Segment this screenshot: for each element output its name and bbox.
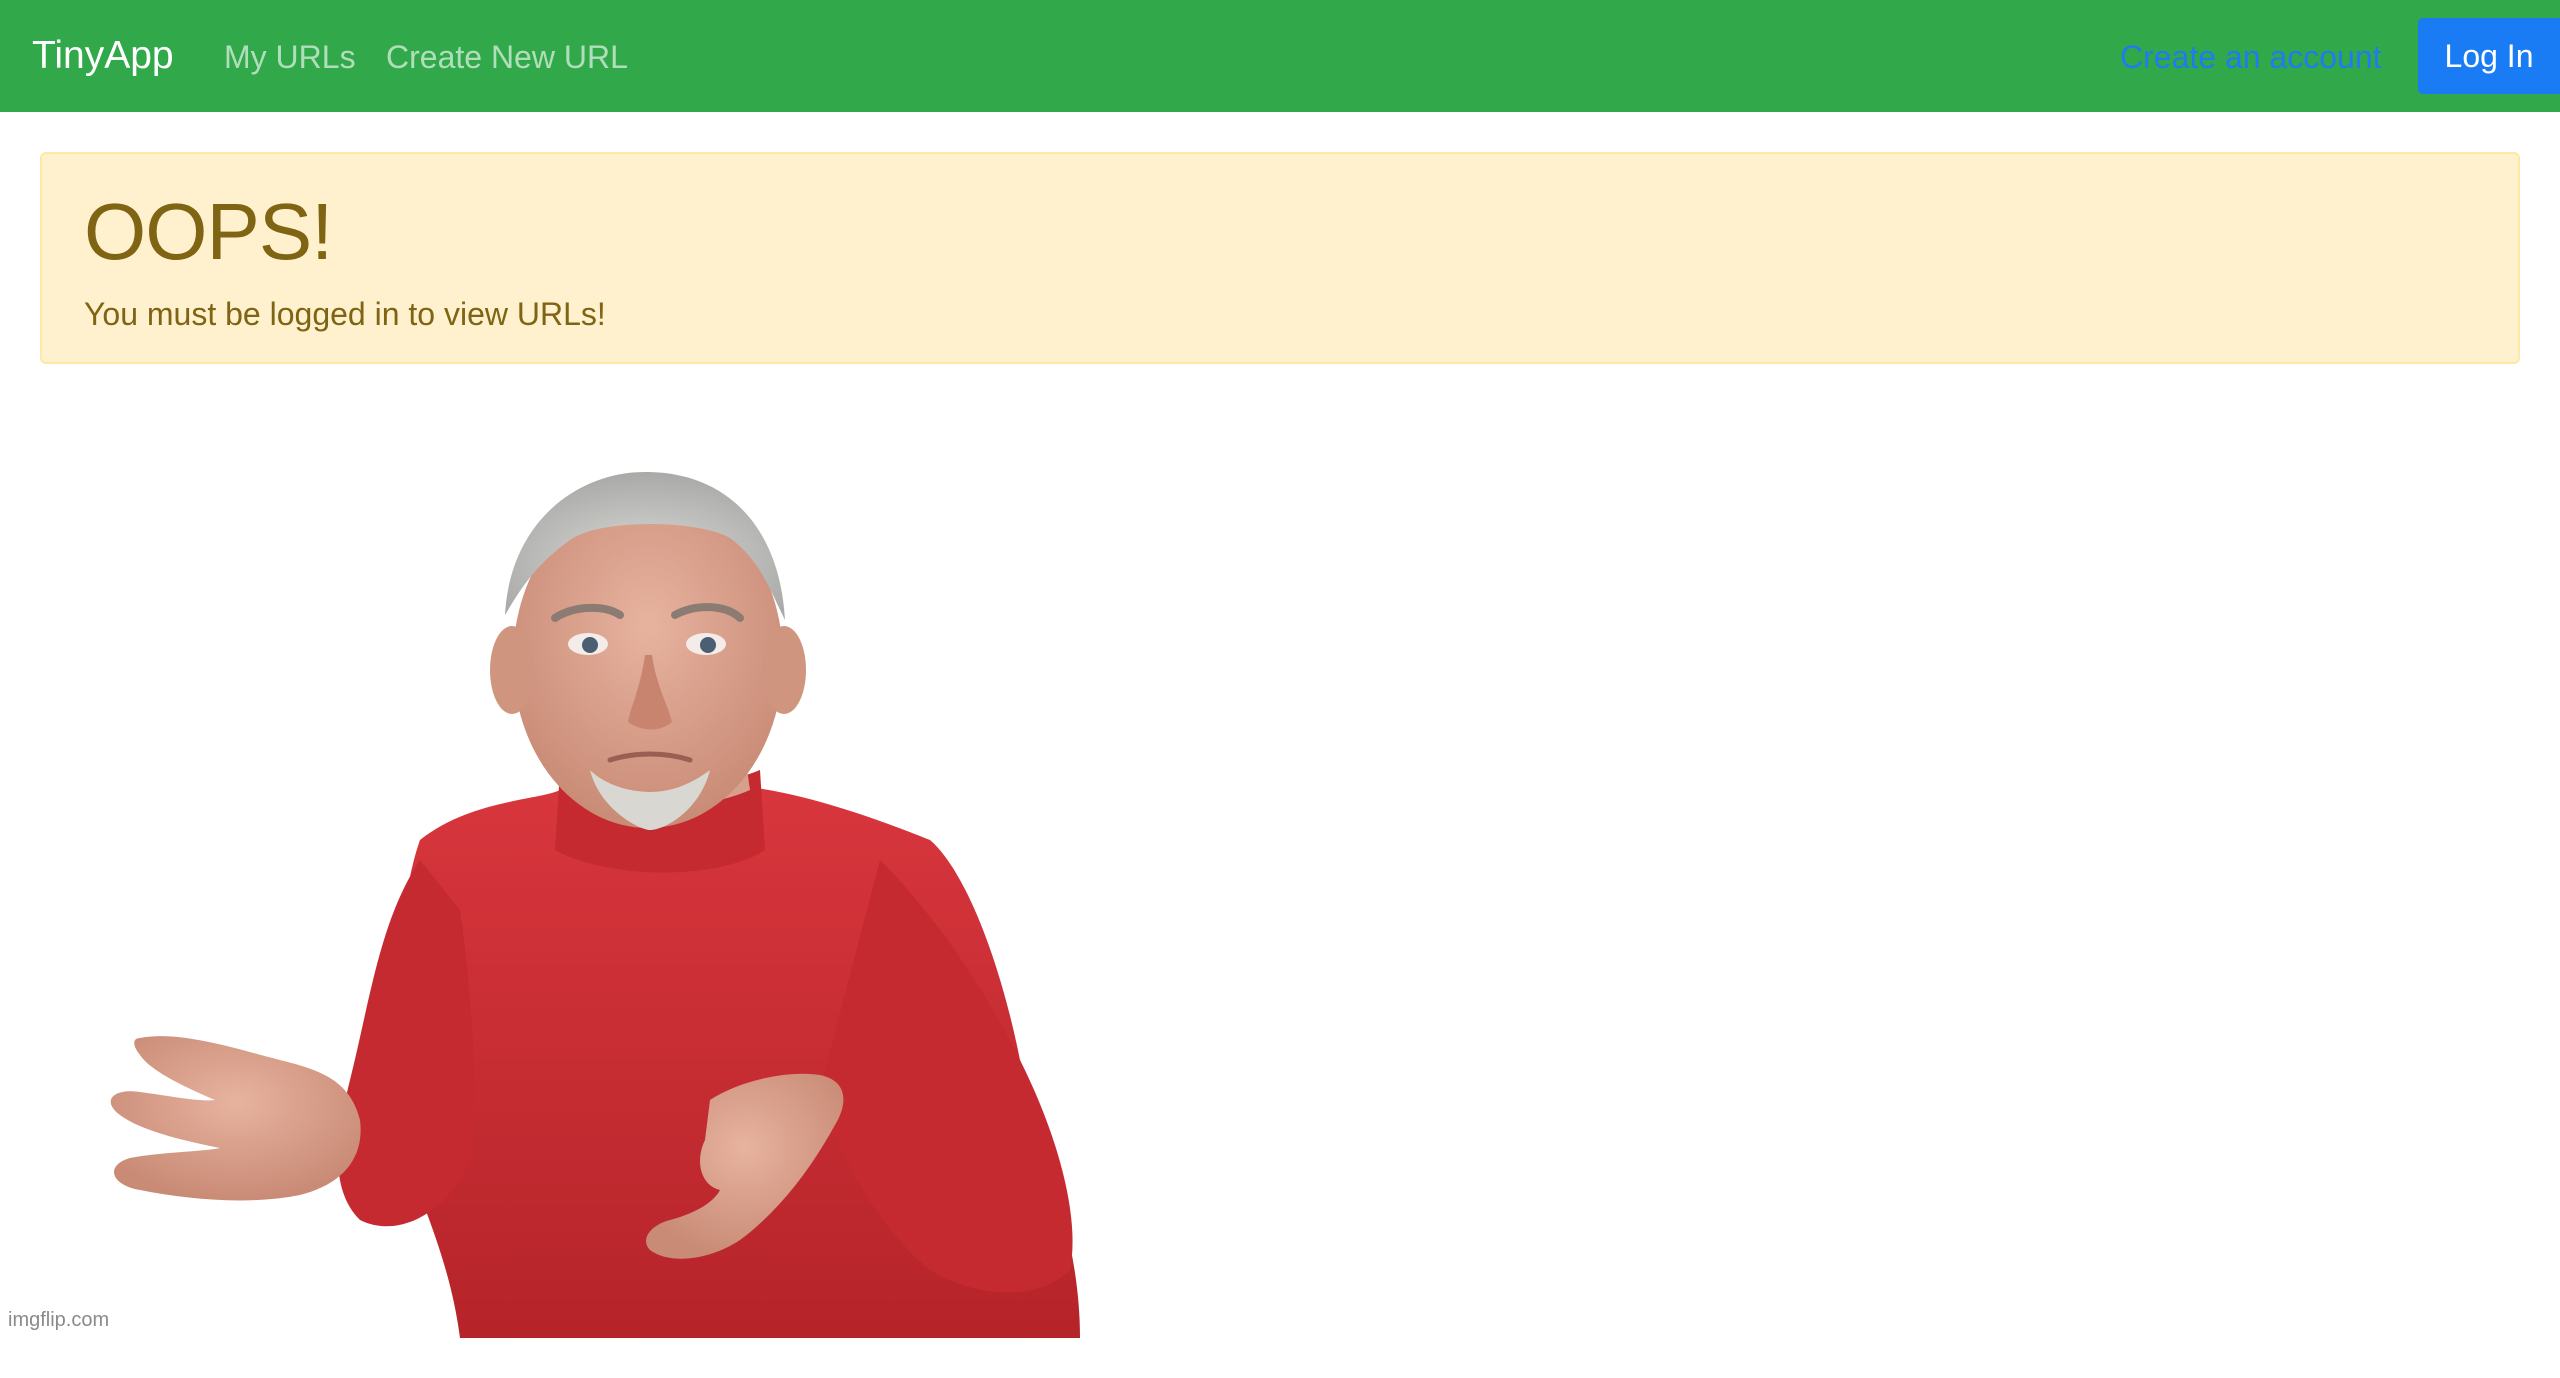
- warning-alert: OOPS! You must be logged in to view URLs…: [40, 152, 2520, 364]
- nav-my-urls-link[interactable]: My URLs: [224, 36, 356, 78]
- shrugging-man-image: imgflip.com: [0, 440, 1104, 1338]
- nav-create-url-link[interactable]: Create New URL: [386, 36, 628, 78]
- shrugging-man-illustration: [110, 471, 1080, 1338]
- navbar: TinyApp My URLs Create New URL Create an…: [0, 0, 2560, 112]
- alert-heading: OOPS!: [84, 187, 333, 276]
- login-button[interactable]: Log In: [2418, 18, 2560, 94]
- watermark-text: imgflip.com: [8, 1309, 110, 1331]
- alert-message: You must be logged in to view URLs!: [84, 296, 606, 332]
- brand-link[interactable]: TinyApp: [32, 30, 174, 82]
- create-account-link[interactable]: Create an account: [2120, 36, 2382, 78]
